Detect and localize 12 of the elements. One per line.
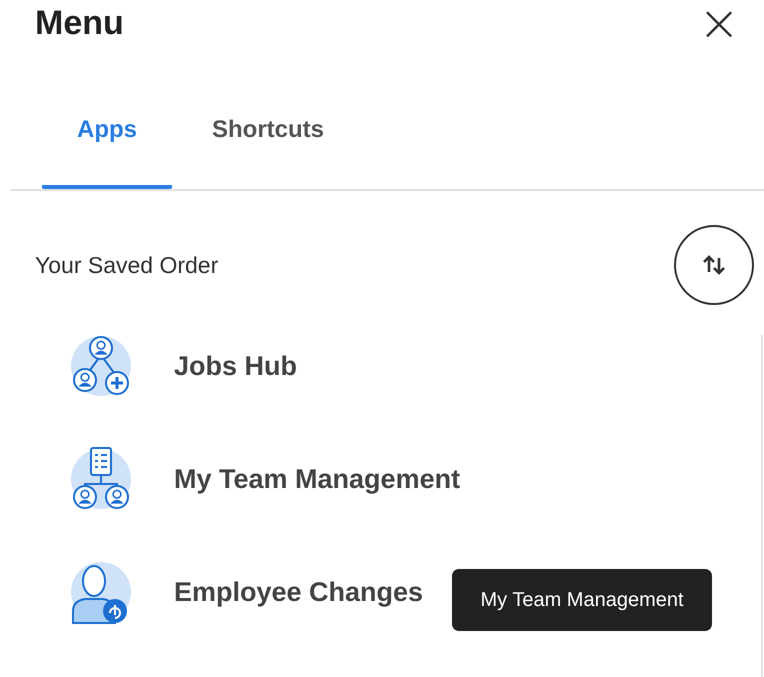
app-link[interactable]: Employee Changes (174, 576, 424, 608)
tab[interactable]: Apps (42, 108, 172, 189)
tab[interactable]: Shortcuts (212, 108, 324, 189)
app-link[interactable]: Jobs Hub (174, 350, 298, 382)
tooltip: My Team Management (452, 569, 712, 631)
person-refresh-icon (68, 559, 134, 625)
org-chart-add-icon (68, 333, 134, 399)
team-document-icon (68, 446, 134, 512)
close-button[interactable]: × (694, 3, 744, 43)
section-title: Your Saved Order (35, 252, 218, 278)
menu-title: Menu (35, 4, 124, 42)
app-link[interactable]: My Team Management (174, 464, 460, 494)
